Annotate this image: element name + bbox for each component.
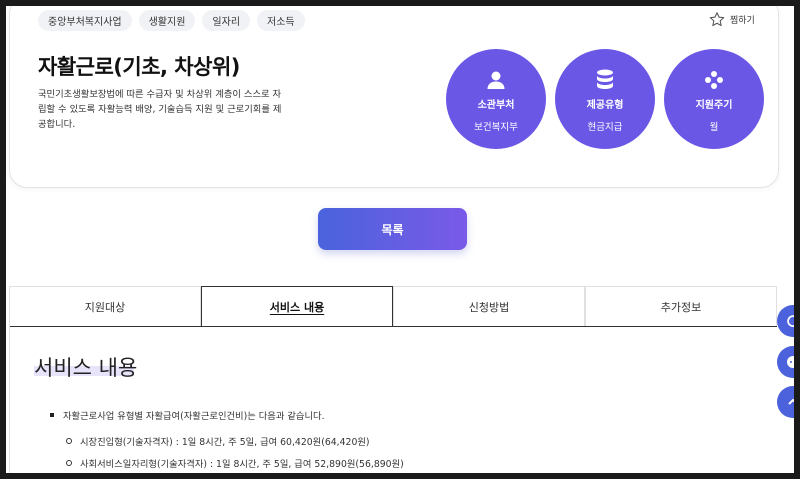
tab-content: 서비스 내용 자활근로사업 유형별 자활급여(자활근로인건비)는 다음과 같습니… xyxy=(9,326,778,473)
tag[interactable]: 생활지원 xyxy=(138,10,196,31)
floating-chatbot-button[interactable] xyxy=(777,346,794,378)
database-icon xyxy=(597,69,613,89)
tab-service-content[interactable]: 서비스 내용 xyxy=(201,286,393,326)
info-support-cycle: 지원주기 월 xyxy=(664,49,764,149)
favorite-label: 찜하기 xyxy=(730,16,755,26)
sub-list-item: 사회서비스일자리형(기술자격자) : 1일 8시간, 주 5일, 급여 52,8… xyxy=(66,456,404,470)
info-label: 소관부처 xyxy=(477,99,515,111)
info-value: 월 xyxy=(709,121,719,133)
tab-label: 서비스 내용 xyxy=(269,300,325,314)
page: 중앙부처복지사업 생활지원 일자리 저소득 찜하기 자활근로(기초, 차상위) … xyxy=(6,6,794,473)
service-description: 국민기초생활보장법에 따른 수급자 및 차상위 계층이 스스로 자립할 수 있도… xyxy=(38,89,282,130)
square-bullet-icon xyxy=(50,413,54,417)
tab-label: 추가정보 xyxy=(660,300,702,314)
favorite-button[interactable]: 찜하기 xyxy=(708,11,755,28)
tab-bar: 지원대상 서비스 내용 신청방법 추가정보 xyxy=(9,286,777,327)
tab-application-method[interactable]: 신청방법 xyxy=(393,286,585,326)
section-title: 서비스 내용 xyxy=(34,356,138,380)
tab-additional-info[interactable]: 추가정보 xyxy=(585,286,777,326)
circle-bullet-icon xyxy=(66,438,72,444)
sub-list-item-text: 시장진입형(기술자격자) : 1일 8시간, 주 5일, 급여 60,420원(… xyxy=(80,437,370,448)
floating-refresh-button[interactable] xyxy=(777,305,794,337)
list-button[interactable]: 목록 xyxy=(318,208,467,250)
info-provision-type: 제공유형 현금지급 xyxy=(555,49,655,149)
tab-label: 지원대상 xyxy=(84,300,126,314)
info-value: 보건복지부 xyxy=(474,121,518,133)
chatbot-icon xyxy=(787,356,794,368)
floating-top-button[interactable] xyxy=(777,386,794,418)
chevron-up-icon xyxy=(788,398,794,405)
list-item: 자활근로사업 유형별 자활급여(자활근로인건비)는 다음과 같습니다. xyxy=(50,408,325,422)
person-icon xyxy=(487,71,505,89)
info-circles: 소관부처 보건복지부 제공유형 현금지급 지원주기 월 xyxy=(446,49,764,149)
tag-list: 중앙부처복지사업 생활지원 일자리 저소득 xyxy=(38,10,305,31)
sub-list-item-text: 사회서비스일자리형(기술자격자) : 1일 8시간, 주 5일, 급여 52,8… xyxy=(80,459,404,470)
info-label: 지원주기 xyxy=(695,99,733,111)
refresh-icon xyxy=(787,315,794,327)
tag[interactable]: 중앙부처복지사업 xyxy=(38,10,132,31)
tab-label: 신청방법 xyxy=(468,300,510,314)
circle-bullet-icon xyxy=(66,460,72,466)
list-item-text: 자활근로사업 유형별 자활급여(자활근로인건비)는 다음과 같습니다. xyxy=(63,411,325,422)
tag[interactable]: 저소득 xyxy=(257,10,305,31)
sub-list-item: 시장진입형(기술자격자) : 1일 8시간, 주 5일, 급여 60,420원(… xyxy=(66,434,370,448)
service-summary-card: 중앙부처복지사업 생활지원 일자리 저소득 찜하기 자활근로(기초, 차상위) … xyxy=(9,6,779,188)
page-title: 자활근로(기초, 차상위) xyxy=(38,55,240,79)
dots-diamond-icon xyxy=(705,70,723,89)
info-value: 현금지급 xyxy=(587,121,623,133)
info-department: 소관부처 보건복지부 xyxy=(446,49,546,149)
tab-eligibility[interactable]: 지원대상 xyxy=(9,286,201,326)
star-icon xyxy=(709,12,725,27)
tag[interactable]: 일자리 xyxy=(202,10,251,31)
info-label: 제공유형 xyxy=(586,99,624,111)
